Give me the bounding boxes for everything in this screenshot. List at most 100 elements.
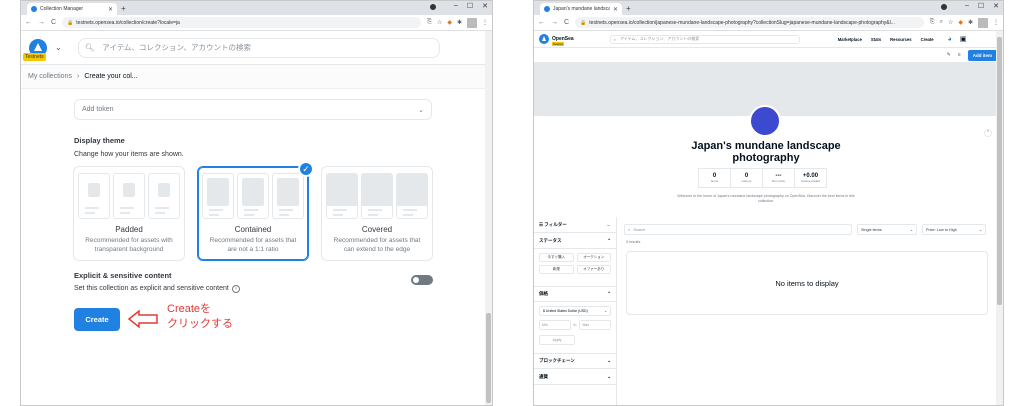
stat-items: 0 items (698, 168, 731, 188)
explicit-content-toggle[interactable] (411, 275, 433, 285)
star-icon[interactable]: ☆ (948, 19, 953, 26)
address-bar: ← → C 🔒 testnets.opensea.io/collection/j… (534, 15, 1003, 31)
translate-icon[interactable]: ⎘ (427, 19, 432, 26)
search-icon[interactable]: ⌕ (940, 19, 943, 26)
puzzle-icon[interactable]: ✱ (968, 19, 973, 26)
profile-avatar-icon[interactable] (467, 17, 477, 28)
close-window-icon[interactable]: ✕ (482, 2, 488, 10)
nav-marketplace[interactable]: Marketplace (838, 37, 862, 42)
theme-option-covered[interactable]: Covered Recommended for assets that can … (321, 166, 433, 261)
padded-preview (78, 173, 180, 219)
search-placeholder: アイテム、コレクション、アカウントの検索 (619, 36, 700, 41)
profile-dot-icon[interactable] (941, 4, 947, 10)
status-has-offers[interactable]: オファーあり (576, 265, 611, 274)
info-icon[interactable]: i (231, 285, 240, 293)
maximize-icon[interactable]: ☐ (467, 2, 473, 10)
scrollbar-thumb[interactable] (486, 313, 491, 403)
back-icon[interactable]: ← (25, 19, 32, 26)
page-scrollbar[interactable] (485, 31, 492, 405)
create-button[interactable]: Create (74, 308, 120, 331)
currency-section-title: 通貨 (539, 373, 548, 379)
extensions: ⎘ ⌕ ☆ ◆ ✱ ⋮ (930, 17, 999, 28)
status-section[interactable]: ステータス ⌃ (534, 233, 616, 249)
site-header: OpenSea Testnet ⌕ アイテム、コレクション、アカウントの検索 M… (534, 31, 1003, 48)
currency-section[interactable]: 通貨 ⌄ (534, 369, 616, 385)
fox-wallet-icon[interactable]: ◆ (958, 19, 963, 26)
url-field[interactable]: 🔒 testnets.opensea.io/collection/create?… (62, 17, 422, 28)
chevron-down-icon: ⌄ (607, 373, 611, 379)
fox-wallet-icon[interactable]: ◆ (447, 19, 452, 26)
theme-option-padded[interactable]: Padded Recommended for assets with trans… (73, 166, 185, 261)
new-tab-icon[interactable]: + (626, 3, 631, 15)
items-search-input[interactable]: ⌕ Search (624, 224, 852, 235)
minimize-icon[interactable]: – (454, 2, 458, 10)
browser-tab[interactable]: Collection Manager ✕ (27, 3, 117, 15)
menu-dots-icon[interactable]: ⋮ (482, 19, 488, 26)
min-price-input[interactable]: Min (539, 320, 571, 330)
maximize-icon[interactable]: ☐ (978, 2, 984, 10)
back-icon[interactable]: ← (538, 19, 545, 26)
puzzle-icon[interactable]: ✱ (457, 19, 462, 26)
status-auction[interactable]: オークション (576, 253, 611, 262)
breadcrumb-separator-icon: › (76, 73, 80, 80)
star-icon[interactable]: ☆ (437, 19, 442, 26)
url-text: testnets.opensea.io/collection/create?lo… (76, 19, 180, 26)
edit-icon[interactable]: ✎ (947, 52, 951, 58)
sort-select[interactable]: Price: Low to High ⌄ (922, 224, 986, 235)
breadcrumb-parent[interactable]: My collections (28, 73, 72, 80)
theme-name: Covered (361, 225, 393, 234)
wallet-icon[interactable]: ◕ (948, 36, 952, 43)
profile-avatar-icon[interactable] (978, 17, 988, 28)
url-field[interactable]: 🔒 testnets.opensea.io/collection/japanes… (575, 17, 924, 28)
search-input[interactable]: 🔍︎ アイテム、コレクション、アカウントの検索 (77, 37, 440, 58)
profile-dot-icon[interactable] (430, 4, 436, 10)
nav-resources[interactable]: Resources (890, 37, 911, 42)
currency-select[interactable]: $ United States Dollar (USD) ⌄ (539, 306, 611, 316)
chevron-down-icon[interactable]: ⌄ (55, 43, 62, 52)
status-new[interactable]: 新規 (539, 265, 574, 274)
chevron-down-icon: ⌄ (978, 228, 982, 232)
nav-create[interactable]: Create (921, 37, 934, 42)
list-icon[interactable]: ≡ (958, 52, 961, 58)
chains-section[interactable]: ブロックチェーン ⌄ (534, 353, 616, 369)
filter-header[interactable]: ☰ フィルター ← (534, 217, 616, 233)
extensions: ⎘ ☆ ◆ ✱ ⋮ (427, 17, 488, 28)
page-scrollbar[interactable] (996, 31, 1003, 405)
price-title: 価格 (539, 291, 548, 296)
browser-tab[interactable]: Japan's mundane landscape ph... ✕ (540, 3, 622, 15)
opensea-brand[interactable]: OpenSea Testnet (539, 34, 574, 46)
new-tab-icon[interactable]: + (121, 3, 126, 15)
close-tab-icon[interactable]: ✕ (613, 6, 618, 13)
scrollbar-thumb[interactable] (997, 37, 1002, 305)
search-input[interactable]: ⌕ アイテム、コレクション、アカウントの検索 (609, 34, 800, 44)
tab-strip: Japan's mundane landscape ph... ✕ + – ☐ … (534, 1, 1003, 15)
lock-icon: 🔒 (67, 19, 74, 26)
close-tab-icon[interactable]: ✕ (108, 6, 113, 13)
forward-icon[interactable]: → (38, 19, 45, 26)
price-section[interactable]: 価格 ⌃ (534, 286, 616, 302)
apply-button[interactable]: Apply (539, 335, 575, 345)
range-to-label: to (573, 323, 577, 327)
add-item-button[interactable]: Add item (967, 49, 997, 61)
theme-option-contained[interactable]: Contained Recommended for assets that ar… (197, 161, 314, 261)
close-window-icon[interactable]: ✕ (993, 2, 999, 10)
explicit-content-title: Explicit & sensitive content (74, 271, 172, 280)
testnet-badge: Testnet (552, 42, 564, 46)
nav-stats[interactable]: Stats (871, 37, 881, 42)
opensea-logo-icon (539, 34, 549, 44)
minimize-icon[interactable]: – (965, 2, 969, 10)
forward-icon[interactable]: → (551, 19, 558, 26)
max-price-input[interactable]: Max (579, 320, 612, 330)
collapse-icon[interactable]: ⌃ (984, 129, 992, 137)
translate-icon[interactable]: ⎘ (930, 19, 935, 26)
breadcrumb-current: Create your col... (84, 73, 138, 80)
price-range: Min to Max (539, 320, 612, 330)
add-token-select[interactable]: Add token ⌄ (74, 99, 432, 120)
items-search-placeholder: Search (633, 227, 646, 232)
reload-icon[interactable]: C (564, 19, 569, 26)
reload-icon[interactable]: C (51, 19, 56, 26)
account-icon[interactable]: ▣ (960, 35, 967, 43)
status-buy-now[interactable]: 今すぐ購入 (539, 253, 574, 262)
items-type-select[interactable]: Single items ⌄ (857, 224, 917, 235)
menu-dots-icon[interactable]: ⋮ (993, 19, 999, 26)
